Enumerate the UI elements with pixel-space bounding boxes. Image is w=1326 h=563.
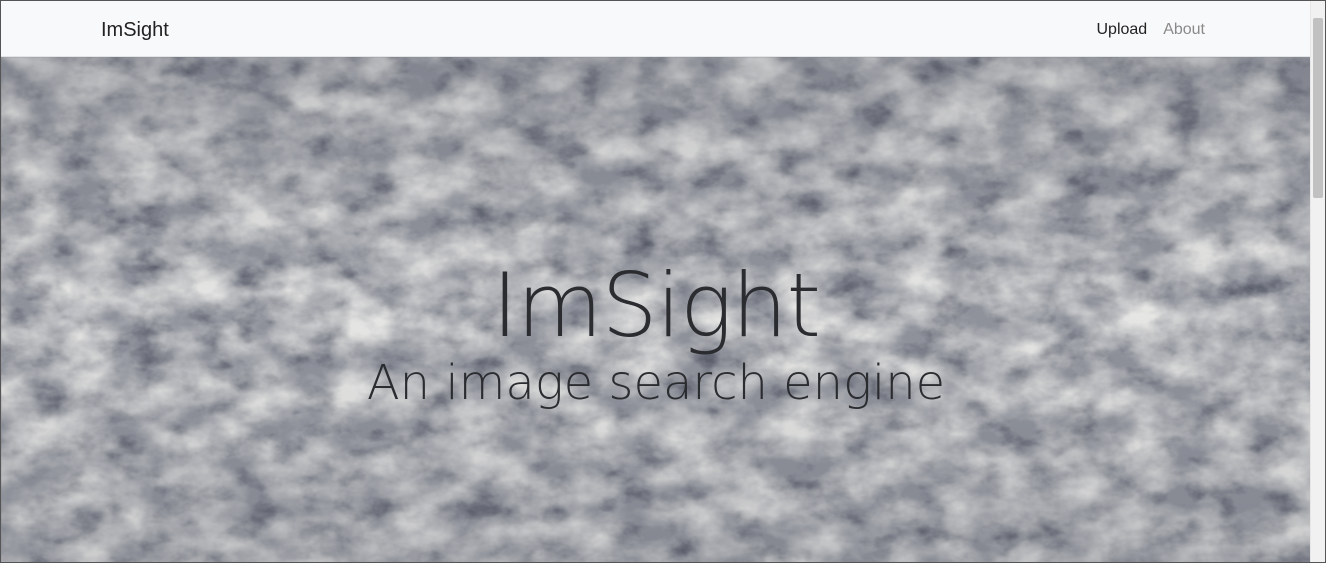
nav-link-about[interactable]: About [1163, 20, 1205, 40]
hero-title: ImSight [491, 253, 821, 357]
vertical-scrollbar[interactable] [1310, 1, 1325, 562]
hero-subtitle: An image search engine [366, 354, 946, 411]
nav-link-upload[interactable]: Upload [1096, 20, 1147, 40]
browser-viewport: ImSight Upload About ImSight An image se… [0, 0, 1326, 563]
brand-link[interactable]: ImSight [101, 18, 169, 42]
nav-links: Upload About [1096, 20, 1205, 40]
navbar: ImSight Upload About [1, 1, 1311, 57]
hero-section: ImSight An image search engine [1, 57, 1311, 562]
scrollbar-thumb[interactable] [1313, 18, 1323, 198]
